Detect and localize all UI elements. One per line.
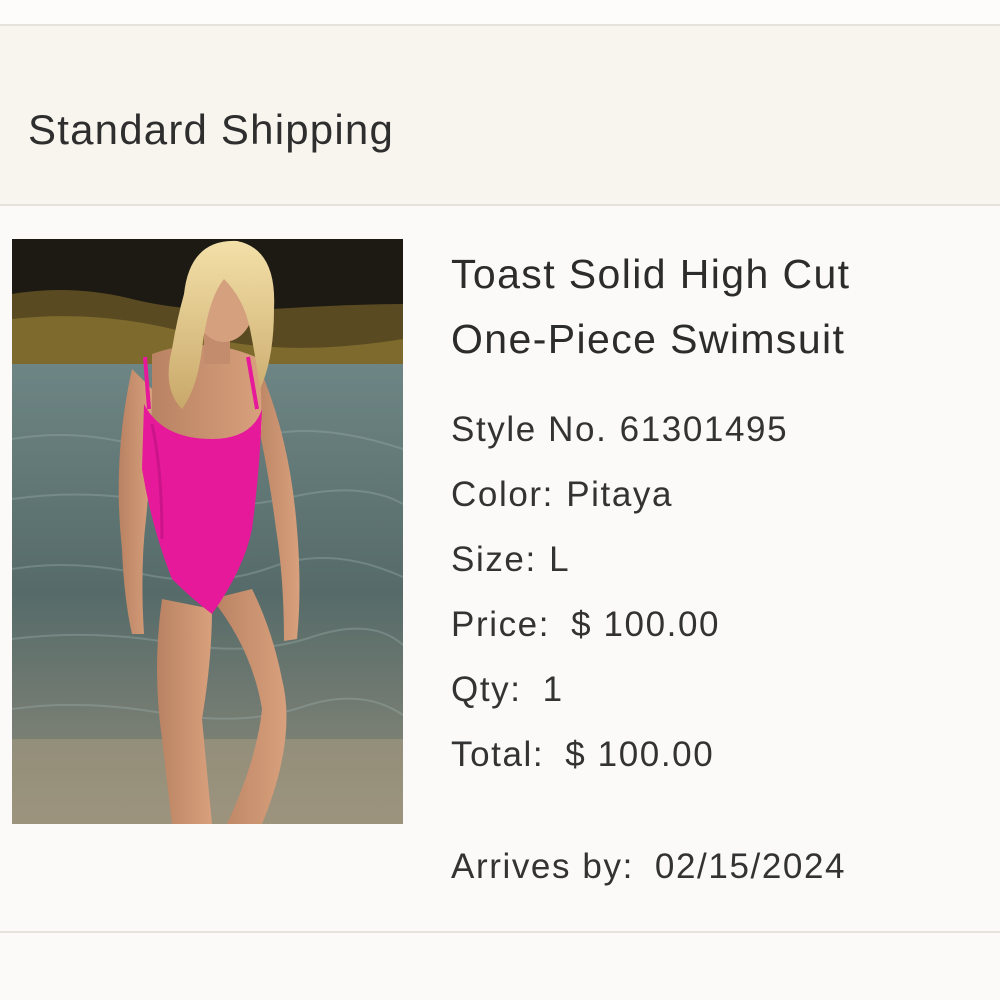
total-value: $ 100.00 [565, 735, 715, 774]
shipping-method-title: Standard Shipping [28, 106, 394, 153]
color: Color: Pitaya [451, 475, 673, 515]
product-image[interactable] [12, 239, 403, 824]
total-label: Total: [451, 735, 545, 774]
product-name-line-2: One-Piece Swimsuit [451, 316, 846, 362]
quantity-label: Qty: [451, 670, 522, 709]
total: Total: $ 100.00 [451, 735, 714, 775]
price-value: $ 100.00 [571, 605, 721, 644]
product-photo-icon [12, 239, 403, 824]
style-number: Style No. 61301495 [451, 410, 788, 450]
color-label: Color: [451, 475, 554, 514]
order-item-card: Toast Solid High Cut One-Piece Swimsuit … [0, 208, 1000, 932]
price: Price: $ 100.00 [451, 605, 720, 645]
size-label: Size: [451, 540, 537, 579]
item-details: Toast Solid High Cut One-Piece Swimsuit … [451, 242, 991, 886]
bottom-divider [0, 931, 1000, 933]
product-name[interactable]: Toast Solid High Cut One-Piece Swimsuit [451, 242, 991, 372]
size: Size: L [451, 540, 570, 580]
arrival-date: Arrives by: 02/15/2024 [451, 847, 846, 887]
arrival-value: 02/15/2024 [654, 847, 847, 886]
top-divider-strip [0, 0, 1000, 26]
quantity: Qty: 1 [451, 670, 564, 710]
arrival-label: Arrives by: [451, 847, 634, 886]
style-number-label: Style No. [451, 410, 608, 449]
product-name-line-1: Toast Solid High Cut [451, 251, 851, 297]
size-value: L [549, 540, 571, 579]
style-number-value: 61301495 [619, 410, 789, 449]
price-label: Price: [451, 605, 551, 644]
quantity-value: 1 [542, 670, 564, 709]
order-summary-page: Standard Shipping Toast Solid High Cut O… [0, 0, 1000, 1000]
color-value: Pitaya [566, 475, 674, 514]
shipping-method-header: Standard Shipping [0, 26, 1000, 206]
